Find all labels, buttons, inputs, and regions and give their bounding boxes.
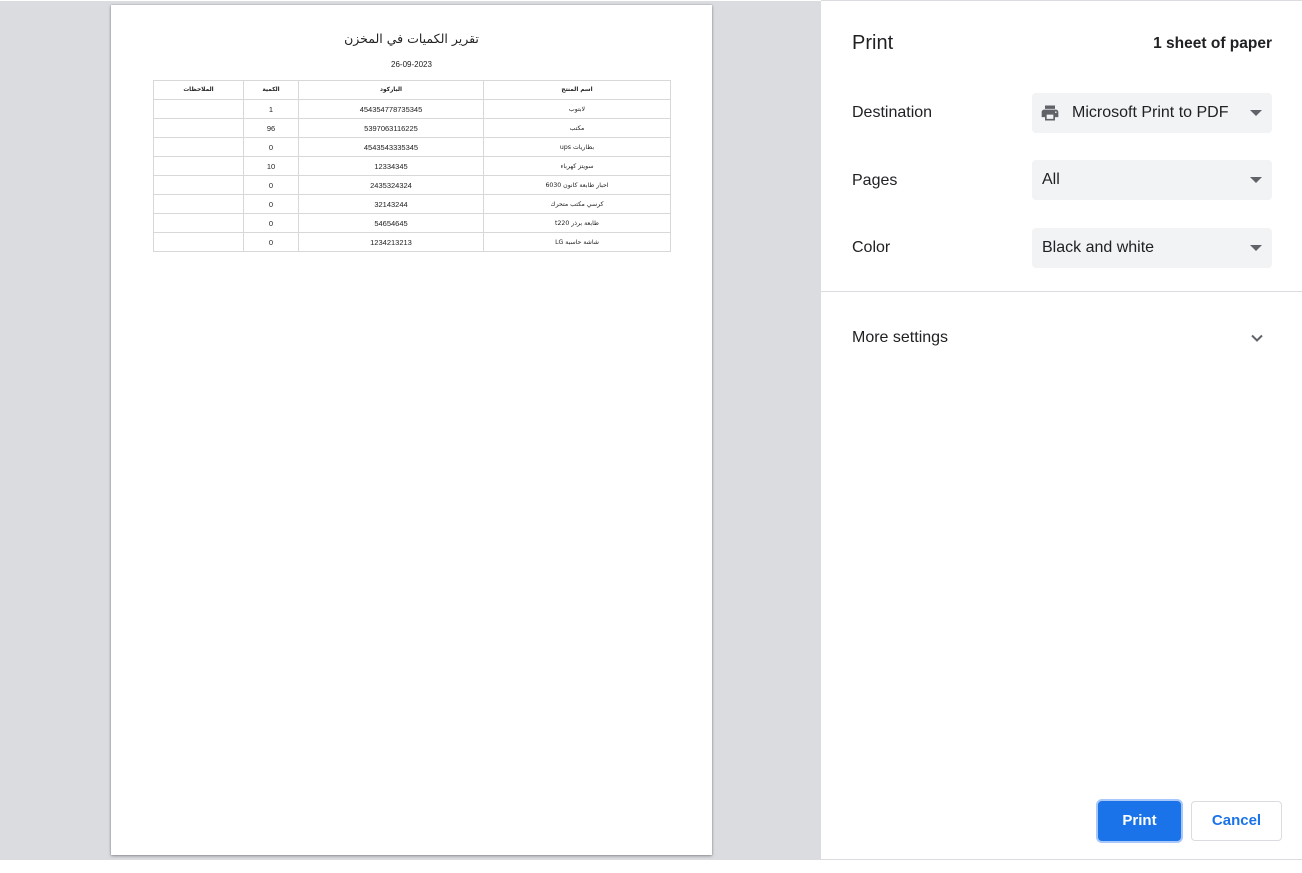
color-label: Color [852, 239, 891, 256]
cell-barcode: 32143244 [298, 194, 484, 214]
cell-quantity: 0 [243, 175, 299, 195]
column-header-notes: الملاحظات [153, 80, 244, 100]
cell-quantity: 0 [243, 213, 299, 233]
report-table: اسم المنتج الباركود الكمية الملاحظات لاب… [153, 80, 671, 252]
printer-icon [1041, 105, 1059, 121]
dropdown-caret-icon [1250, 177, 1262, 183]
table-row: احبار طابعة كانون 6030 2435324324 0 [153, 175, 671, 195]
column-header-quantity: الكمية [243, 80, 299, 100]
table-row: مكتب 5397063116225 96 [153, 118, 671, 138]
cell-product-name: طابعة برذر t220 [483, 213, 671, 233]
table-row: لابتوب 454354778735345 1 [153, 99, 671, 119]
table-row: طابعة برذر t220 54654645 0 [153, 213, 671, 233]
cell-quantity: 96 [243, 118, 299, 138]
cell-barcode: 5397063116225 [298, 118, 484, 138]
panel-title: Print [852, 32, 894, 54]
cell-quantity: 10 [243, 156, 299, 176]
destination-label: Destination [852, 104, 933, 121]
cell-notes [153, 175, 244, 195]
cell-product-name: سويتز كهرباء [483, 156, 671, 176]
cell-barcode: 12334345 [298, 156, 484, 176]
destination-value: Microsoft Print to PDF [1072, 104, 1229, 121]
cell-product-name: شاشة حاسبة LG [483, 232, 671, 252]
cell-notes [153, 213, 244, 233]
print-preview-area[interactable]: تقرير الكميات في المخزن 26-09-2023 اسم ا… [0, 1, 821, 860]
column-header-product-name: اسم المنتج [483, 80, 671, 100]
cell-barcode: 4543543335345 [298, 137, 484, 157]
cell-product-name: لابتوب [483, 99, 671, 119]
cell-product-name: بطاريات ups [483, 137, 671, 157]
cell-product-name: كرسي مكتب متحرك [483, 194, 671, 214]
table-row: سويتز كهرباء 12334345 10 [153, 156, 671, 176]
cell-notes [153, 137, 244, 157]
cell-barcode: 1234213213 [298, 232, 484, 252]
cancel-button[interactable]: Cancel [1191, 801, 1282, 841]
section-divider [821, 291, 1302, 292]
color-select[interactable]: Black and white [1032, 228, 1272, 268]
print-button[interactable]: Print [1098, 801, 1181, 841]
pages-select[interactable]: All [1032, 160, 1272, 200]
cell-notes [153, 232, 244, 252]
cell-notes [153, 118, 244, 138]
color-value: Black and white [1042, 239, 1155, 256]
cell-barcode: 54654645 [298, 213, 484, 233]
cell-quantity: 0 [243, 137, 299, 157]
sheet-count: 1 sheet of paper [1153, 35, 1272, 52]
cell-quantity: 1 [243, 99, 299, 119]
cell-quantity: 0 [243, 232, 299, 252]
table-row: بطاريات ups 4543543335345 0 [153, 137, 671, 157]
cell-barcode: 2435324324 [298, 175, 484, 195]
print-dialog: تقرير الكميات في المخزن 26-09-2023 اسم ا… [0, 0, 1302, 873]
preview-page: تقرير الكميات في المخزن 26-09-2023 اسم ا… [111, 5, 712, 855]
column-header-barcode: الباركود [298, 80, 484, 100]
table-header-row: اسم المنتج الباركود الكمية الملاحظات [153, 80, 671, 100]
report-date: 26-09-2023 [391, 60, 432, 69]
dropdown-caret-icon [1250, 245, 1262, 251]
cell-product-name: مكتب [483, 118, 671, 138]
table-row: كرسي مكتب متحرك 32143244 0 [153, 194, 671, 214]
cell-barcode: 454354778735345 [298, 99, 484, 119]
pages-label: Pages [852, 172, 898, 189]
report-title: تقرير الكميات في المخزن [344, 31, 479, 46]
print-settings-panel: Print 1 sheet of paper Destination Micro… [821, 0, 1302, 860]
destination-select[interactable]: Microsoft Print to PDF [1032, 93, 1272, 133]
more-settings-toggle[interactable]: More settings [821, 317, 1302, 359]
cell-quantity: 0 [243, 194, 299, 214]
cell-notes [153, 99, 244, 119]
cell-product-name: احبار طابعة كانون 6030 [483, 175, 671, 195]
cell-notes [153, 156, 244, 176]
pages-value: All [1042, 171, 1060, 188]
table-row: شاشة حاسبة LG 1234213213 0 [153, 232, 671, 252]
dropdown-caret-icon [1250, 110, 1262, 116]
more-settings-label: More settings [852, 329, 949, 346]
cell-notes [153, 194, 244, 214]
chevron-down-icon [1251, 334, 1263, 342]
